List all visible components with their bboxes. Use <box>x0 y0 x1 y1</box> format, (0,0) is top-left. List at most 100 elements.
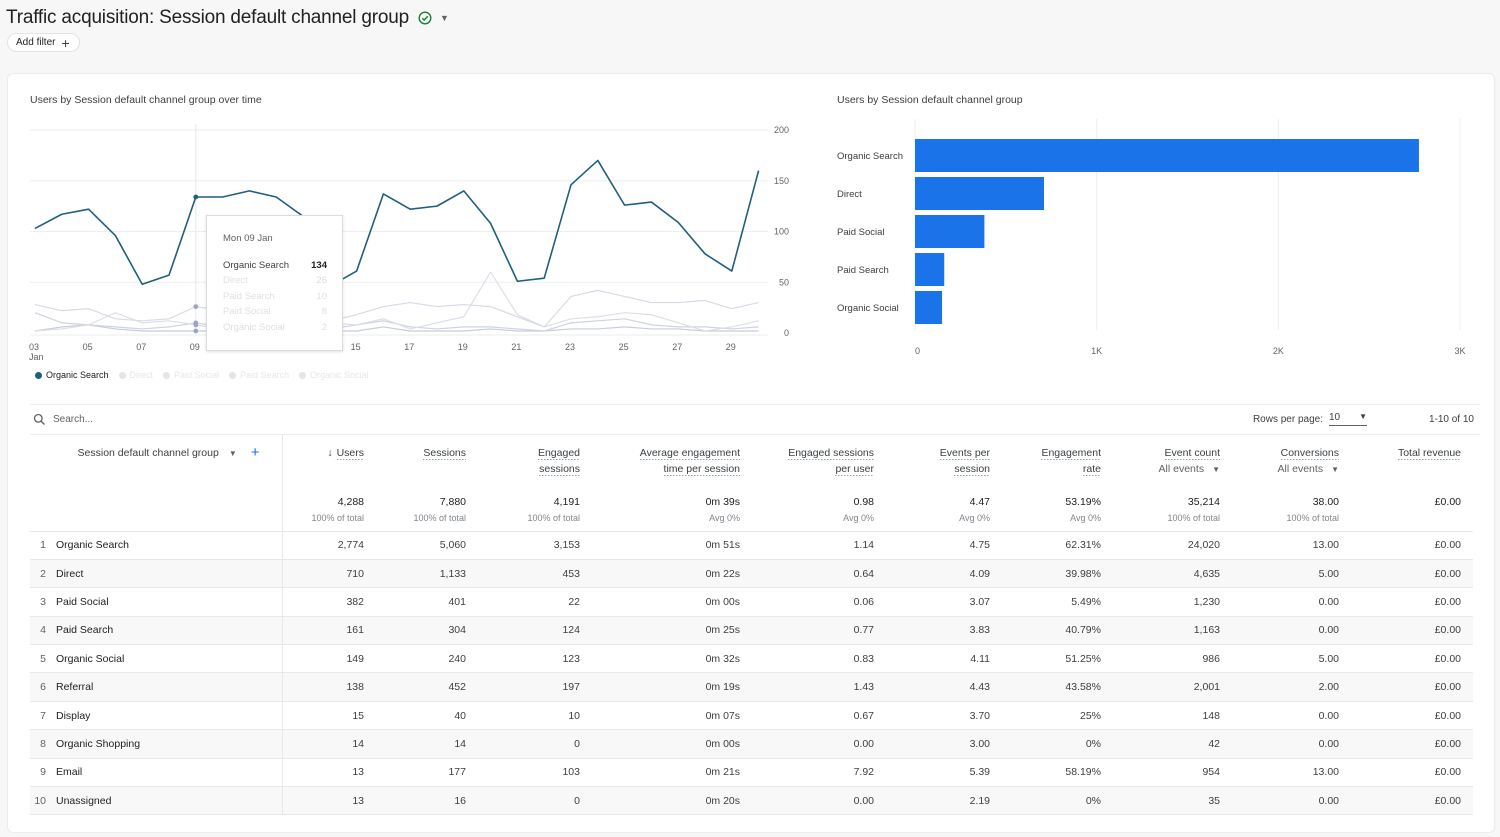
bar-direct[interactable] <box>915 177 1044 210</box>
totals-value: £0.00 <box>1434 496 1461 508</box>
table-row[interactable]: 7 Display 15 40 10 0m 07s 0.67 3.70 25% 148 0.00 £0… <box>30 701 1473 731</box>
column-header-total-revenue[interactable]: Total revenue <box>1351 435 1473 494</box>
plus-icon: + <box>61 34 70 51</box>
metric-cell: 0m 21s <box>592 758 752 788</box>
bar-paid-search[interactable] <box>915 253 945 286</box>
totals-subtext: 100% of total <box>311 513 364 523</box>
channel-name-cell[interactable]: 8 Organic Shopping <box>30 729 283 759</box>
column-header-average-engagement[interactable]: Average engagement time per session <box>592 435 752 494</box>
totals-cell: 4,191 100% of total <box>478 494 592 532</box>
metric-cell: 62.31% <box>1002 531 1113 560</box>
event-filter-select[interactable]: All events ▼ <box>1117 461 1220 478</box>
column-header-sessions[interactable]: Sessions <box>376 435 478 494</box>
series-line-organic-search[interactable] <box>34 159 760 288</box>
add-dimension-button[interactable]: + <box>251 444 260 461</box>
bar-organic-social[interactable] <box>915 291 943 324</box>
column-header-events-per[interactable]: Events per session <box>886 435 1002 494</box>
x-tick-label: 21 <box>511 342 521 352</box>
channel-name-cell[interactable]: 9 Email <box>30 758 283 788</box>
channel-name-cell[interactable]: 4 Paid Search <box>30 616 283 646</box>
bar-organic-search[interactable] <box>915 139 1419 172</box>
column-header-users[interactable]: ↓ Users <box>282 435 376 494</box>
table-row[interactable]: 6 Referral 138 452 197 0m 19s 1.43 4.43 43.58% 2,… <box>30 672 1473 702</box>
dimension-header-label: Session default channel group <box>77 447 219 459</box>
totals-cell: 7,880 100% of total <box>376 494 478 532</box>
bar-chart[interactable]: 0 1K 2K 3K Organic Search Direct Paid Social Pa… <box>818 74 1498 374</box>
data-point <box>193 304 199 310</box>
row-index: 5 <box>40 652 46 665</box>
tooltip-row-value: 10 <box>316 291 327 302</box>
metric-cell: 103 <box>478 758 592 788</box>
metric-cell: 16 <box>376 786 478 816</box>
column-header-engaged-sessions[interactable]: Engaged sessions per user <box>752 435 886 494</box>
legend-item-direct[interactable]: Direct <box>118 370 153 380</box>
metric-cell: 124 <box>478 616 592 646</box>
totals-subtext: Avg 0% <box>709 513 740 523</box>
event-filter-select[interactable]: All events ▼ <box>1236 461 1339 478</box>
metric-cell: 0% <box>1002 786 1113 816</box>
table-row[interactable]: 2 Direct 710 1,133 453 0m 22s 0.64 4.09 39.98% 4,… <box>30 559 1473 589</box>
metric-cell: 0.64 <box>752 559 886 589</box>
bar-category-label: Organic Search <box>837 151 903 162</box>
channel-name-cell[interactable]: 10 Unassigned <box>30 786 283 816</box>
dimension-select[interactable]: Session default channel group ▼ <box>78 447 237 459</box>
event-filter-value: All events <box>1158 463 1205 475</box>
table-row[interactable]: 3 Paid Social 382 401 22 0m 00s 0.06 3.07 5.49% 1… <box>30 587 1473 617</box>
legend-item-organic-search[interactable]: Organic Search <box>35 370 109 380</box>
metric-cell: 24,020 <box>1113 531 1232 560</box>
channel-name: Organic Shopping <box>56 737 141 750</box>
title-dropdown-caret-icon[interactable]: ▼ <box>440 13 449 23</box>
channel-name-cell[interactable]: 6 Referral <box>30 672 283 702</box>
column-header-engaged[interactable]: Engaged sessions <box>478 435 592 494</box>
metric-cell: 7.92 <box>752 758 886 788</box>
legend-label: Organic Social <box>310 370 369 380</box>
legend-item-organic-social[interactable]: Organic Social <box>299 370 369 380</box>
channel-name-cell[interactable]: 5 Organic Social <box>30 644 283 674</box>
line-chart-legend: Organic Search Direct Paid Social Paid Sear… <box>35 370 369 380</box>
channel-name-cell[interactable]: 3 Paid Social <box>30 587 283 617</box>
metric-cell: 1,230 <box>1113 587 1232 617</box>
add-filter-button[interactable]: Add filter + <box>7 33 80 52</box>
chevron-down-icon: ▼ <box>1331 465 1339 474</box>
column-header-engagement[interactable]: Engagement rate <box>1002 435 1113 494</box>
tooltip-row: Paid Social 8 <box>223 306 327 317</box>
channel-name-cell[interactable]: 2 Direct <box>30 559 283 589</box>
bar-paid-social[interactable] <box>915 215 985 248</box>
line-chart[interactable]: 05010015020003Jan05070911131517192123252… <box>8 74 808 374</box>
rows-per-page-select[interactable]: 10 ▼ <box>1329 412 1367 426</box>
table-header-row: Session default channel group ▼ + ↓ Users Se… <box>30 435 1473 494</box>
chevron-down-icon: ▼ <box>1359 412 1367 421</box>
column-header-event-count[interactable]: Event count All events ▼ <box>1113 435 1232 494</box>
table-search-input[interactable] <box>53 413 353 425</box>
legend-item-paid-social[interactable]: Paid Social <box>163 370 219 380</box>
column-header-conversions[interactable]: Conversions All events ▼ <box>1232 435 1351 494</box>
metric-cell: 0m 51s <box>592 531 752 560</box>
channel-name-cell[interactable]: 7 Display <box>30 701 283 731</box>
metric-cell: 5,060 <box>376 531 478 560</box>
series-line-paid-search[interactable] <box>34 312 759 332</box>
column-header-label: Engaged <box>537 447 580 460</box>
channel-name-cell[interactable]: 1 Organic Search <box>30 531 283 560</box>
series-line-paid-social[interactable] <box>34 271 759 332</box>
metric-cell: 0% <box>1002 729 1113 759</box>
table-row[interactable]: 5 Organic Social 149 240 123 0m 32s 0.83 4.11 51… <box>30 644 1473 674</box>
channel-name: Email <box>56 766 83 779</box>
table-row[interactable]: 10 Unassigned 13 16 0 0m 20s 0.00 2.19 0% 35 0.00 £… <box>30 786 1473 816</box>
table-row[interactable]: 1 Organic Search 2,774 5,060 3,153 0m 51s 1.14… <box>30 531 1473 560</box>
legend-dot-icon <box>35 371 42 379</box>
series-line-direct[interactable] <box>34 289 759 328</box>
metric-cell: 986 <box>1113 644 1232 674</box>
table-row[interactable]: 9 Email 13 177 103 0m 21s 7.92 5.39 58.19% 954 13.… <box>30 758 1473 788</box>
channel-name: Unassigned <box>56 794 112 807</box>
chevron-down-icon: ▼ <box>228 449 237 458</box>
series-line-organic-social[interactable] <box>34 324 759 332</box>
bar-category-label: Paid Social <box>837 227 885 238</box>
table-row[interactable]: 8 Organic Shopping 14 14 0 0m 00s 0.00 3.00 0% 42… <box>30 729 1473 759</box>
check-circle-icon[interactable] <box>418 11 432 25</box>
table-row[interactable]: 4 Paid Search 161 304 124 0m 25s 0.77 3.83 40.79… <box>30 616 1473 646</box>
legend-item-paid-search[interactable]: Paid Search <box>229 370 289 380</box>
tooltip-row-label: Organic Search <box>223 260 290 271</box>
legend-dot-icon <box>163 371 171 379</box>
metric-cell: 148 <box>1113 701 1232 731</box>
metric-cell: 0 <box>478 729 592 759</box>
